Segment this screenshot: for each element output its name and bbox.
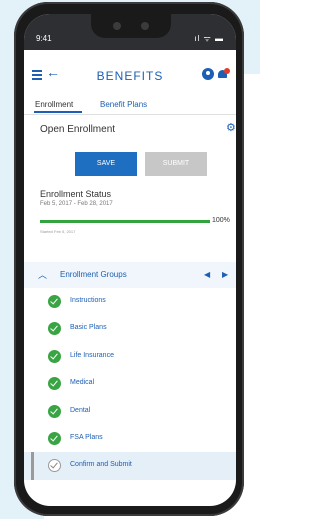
- group-item[interactable]: Dental: [24, 398, 236, 425]
- bell-icon[interactable]: [218, 68, 230, 79]
- current-marker: [31, 452, 34, 480]
- chevron-up-icon[interactable]: ︿: [38, 268, 47, 281]
- app-screen: 9:41 ıl ᯤ ▬ ← BENEFITS Enrollment Benefi…: [24, 14, 236, 506]
- check-icon: [48, 459, 61, 473]
- sensor-icon: [141, 22, 149, 30]
- started-text: Started Feb 5, 2017: [40, 229, 76, 234]
- next-icon[interactable]: ▶: [222, 270, 228, 279]
- check-icon: [48, 295, 61, 308]
- prev-icon[interactable]: ◀: [204, 270, 210, 279]
- camera-icon: [113, 22, 121, 30]
- progress-text: 100%: [212, 217, 230, 224]
- section-title: Open Enrollment: [40, 124, 116, 135]
- group-item[interactable]: Life Insurance: [24, 343, 236, 370]
- tab-enrollment[interactable]: Enrollment: [35, 100, 73, 109]
- group-item[interactable]: Confirm and Submit: [24, 452, 236, 480]
- enrollment-groups-title: Enrollment Groups: [60, 270, 127, 279]
- progress-fill: [40, 220, 210, 223]
- check-icon: [48, 377, 61, 391]
- enrollment-status-label: Enrollment Status: [40, 189, 112, 199]
- check-icon: [48, 431, 61, 445]
- phone-notch: [91, 14, 171, 38]
- check-icon: [48, 349, 61, 363]
- enrollment-group-list: Instructions Basic Plans Life Insurance Med…: [24, 288, 236, 480]
- group-item-label: Dental: [70, 406, 91, 414]
- tab-benefit-plans[interactable]: Benefit Plans: [100, 100, 147, 109]
- group-item-label: Medical: [70, 379, 95, 387]
- group-item[interactable]: Instructions: [24, 288, 236, 315]
- group-item[interactable]: FSA Plans: [24, 425, 236, 452]
- save-button[interactable]: SAVE: [75, 152, 137, 176]
- enrollment-groups-header[interactable]: ︿ Enrollment Groups ◀ ▶: [24, 262, 236, 288]
- user-icon[interactable]: [202, 68, 214, 80]
- enrollment-dates: Feb 5, 2017 - Feb 28, 2017: [40, 201, 113, 207]
- group-item[interactable]: Medical: [24, 370, 236, 397]
- gear-icon[interactable]: ⚙: [226, 121, 236, 134]
- status-time: 9:41: [36, 34, 52, 43]
- group-item-label: Basic Plans: [70, 324, 107, 332]
- submit-button[interactable]: SUBMIT: [145, 152, 207, 176]
- status-icons: ıl ᯤ ▬: [194, 34, 224, 43]
- group-item-label: Life Insurance: [70, 351, 114, 359]
- check-icon: [48, 322, 61, 336]
- tab-bar: Enrollment Benefit Plans: [24, 94, 236, 115]
- group-item-label: Confirm and Submit: [70, 461, 132, 469]
- group-item-label: Instructions: [70, 297, 106, 304]
- notification-dot: [224, 68, 230, 74]
- progress-bar: [40, 220, 210, 223]
- app-header: ← BENEFITS: [24, 50, 236, 94]
- tab-active-indicator: [34, 111, 82, 113]
- check-icon: [48, 404, 61, 418]
- group-item-label: FSA Plans: [70, 433, 103, 441]
- group-item[interactable]: Basic Plans: [24, 315, 236, 342]
